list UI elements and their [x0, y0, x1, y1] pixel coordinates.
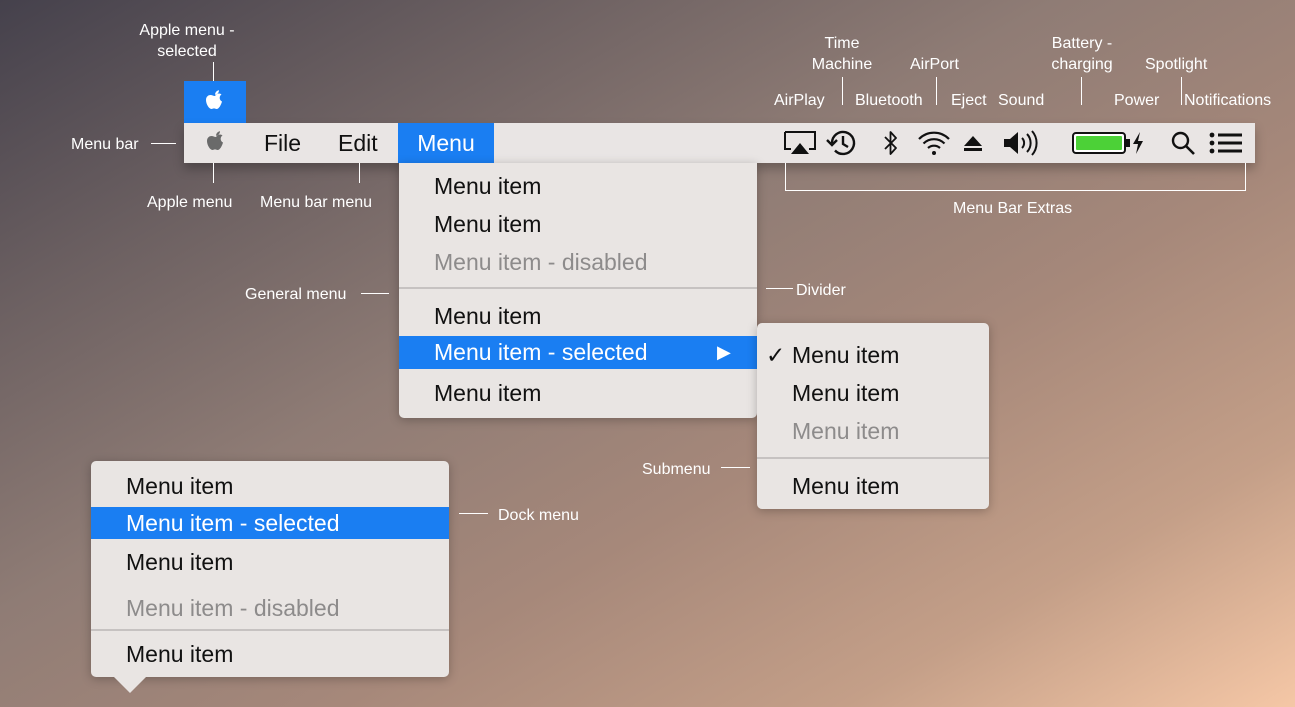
volume-icon[interactable] — [1000, 123, 1042, 163]
checkmark-icon: ✓ — [766, 342, 786, 368]
bracket-line — [1245, 163, 1246, 191]
dock-menu-item[interactable]: Menu item — [91, 543, 449, 581]
label-spotlight: Spotlight — [1145, 56, 1208, 73]
menu-item[interactable]: Menu item — [399, 167, 757, 205]
label-divider: Divider — [796, 282, 846, 299]
connector-line — [151, 143, 176, 144]
label-dock-menu: Dock menu — [498, 507, 579, 524]
label-notifications: Notifications — [1184, 92, 1272, 109]
menu-bar-menu-selected[interactable]: Menu — [398, 123, 494, 163]
connector-line — [213, 163, 214, 183]
label-time-machine: Time Machine — [811, 35, 873, 73]
airplay-icon[interactable] — [782, 123, 818, 163]
label-apple-menu: Apple menu — [147, 194, 233, 211]
wifi-icon[interactable] — [916, 123, 952, 163]
apple-menu[interactable] — [202, 123, 230, 163]
label-battery: Battery - charging — [1051, 35, 1113, 73]
label-airport: AirPort — [910, 56, 959, 73]
menu-item[interactable]: Menu item — [399, 374, 757, 412]
label-airplay: AirPlay — [774, 92, 825, 109]
label-power: Power — [1114, 92, 1160, 109]
menu-bar-file[interactable]: File — [264, 123, 301, 163]
menu-item-disabled: Menu item - disabled — [434, 249, 648, 275]
submenu: ✓ Menu item Menu item Menu item Menu ite… — [757, 323, 989, 509]
battery-icon[interactable] — [1070, 123, 1132, 163]
label-bluetooth: Bluetooth — [855, 92, 923, 109]
time-machine-icon[interactable] — [824, 123, 860, 163]
eject-icon[interactable] — [960, 123, 986, 163]
submenu-item-checked[interactable]: ✓ Menu item — [757, 336, 989, 374]
submenu-arrow-icon: ▶ — [717, 342, 731, 362]
connector-line — [213, 62, 214, 81]
dock-menu-item[interactable]: Menu item — [91, 467, 449, 505]
submenu-item[interactable]: Menu item — [757, 374, 989, 412]
menu-divider — [757, 457, 989, 459]
menu-item[interactable]: Menu item — [399, 297, 757, 335]
connector-line — [936, 77, 937, 105]
label-submenu: Submenu — [642, 461, 711, 478]
menu-item[interactable]: Menu item — [399, 205, 757, 243]
menu-divider — [399, 287, 757, 289]
search-icon[interactable] — [1168, 123, 1198, 163]
menu-bar: File Edit Menu — [184, 123, 1255, 163]
label-menu-bar: Menu bar — [71, 136, 139, 153]
bracket-line — [785, 190, 1246, 191]
connector-line — [842, 77, 843, 105]
label-menu-bar-extras: Menu Bar Extras — [953, 200, 1073, 217]
connector-line — [721, 467, 750, 468]
menu-divider — [91, 629, 449, 631]
connector-line — [1181, 77, 1182, 105]
apple-logo-icon — [207, 131, 223, 150]
bracket-line — [785, 163, 786, 191]
submenu-item[interactable]: Menu item — [757, 467, 989, 505]
label-sound: Sound — [998, 92, 1045, 109]
power-icon[interactable] — [1128, 123, 1148, 163]
apple-menu-selected[interactable] — [184, 81, 246, 123]
connector-line — [1081, 77, 1082, 105]
label-eject: Eject — [951, 92, 987, 109]
dock-menu-item[interactable]: Menu item — [91, 635, 449, 673]
notifications-icon[interactable] — [1206, 123, 1246, 163]
connector-line — [361, 293, 389, 294]
menu-bar-edit[interactable]: Edit — [338, 123, 378, 163]
label-apple-menu-selected: Apple menu - selected — [139, 22, 235, 60]
general-menu: Menu item Menu item Menu item - disabled… — [399, 163, 757, 418]
dock-menu-item-disabled: Menu item - disabled — [126, 595, 340, 621]
submenu-item-disabled: Menu item — [792, 418, 900, 444]
dock-menu-item-selected[interactable]: Menu item - selected — [91, 507, 449, 539]
menu-item-selected[interactable]: Menu item - selected ▶ — [399, 336, 757, 369]
dock-menu-pointer — [114, 677, 146, 693]
label-menu-bar-menu: Menu bar menu — [260, 194, 373, 211]
label-general-menu: General menu — [245, 286, 347, 303]
connector-line — [459, 513, 488, 514]
connector-line — [359, 163, 360, 183]
apple-logo-icon — [206, 90, 222, 109]
dock-menu: Menu item Menu item - selected Menu item… — [91, 461, 449, 677]
connector-line — [766, 288, 793, 289]
bluetooth-icon[interactable] — [878, 123, 904, 163]
